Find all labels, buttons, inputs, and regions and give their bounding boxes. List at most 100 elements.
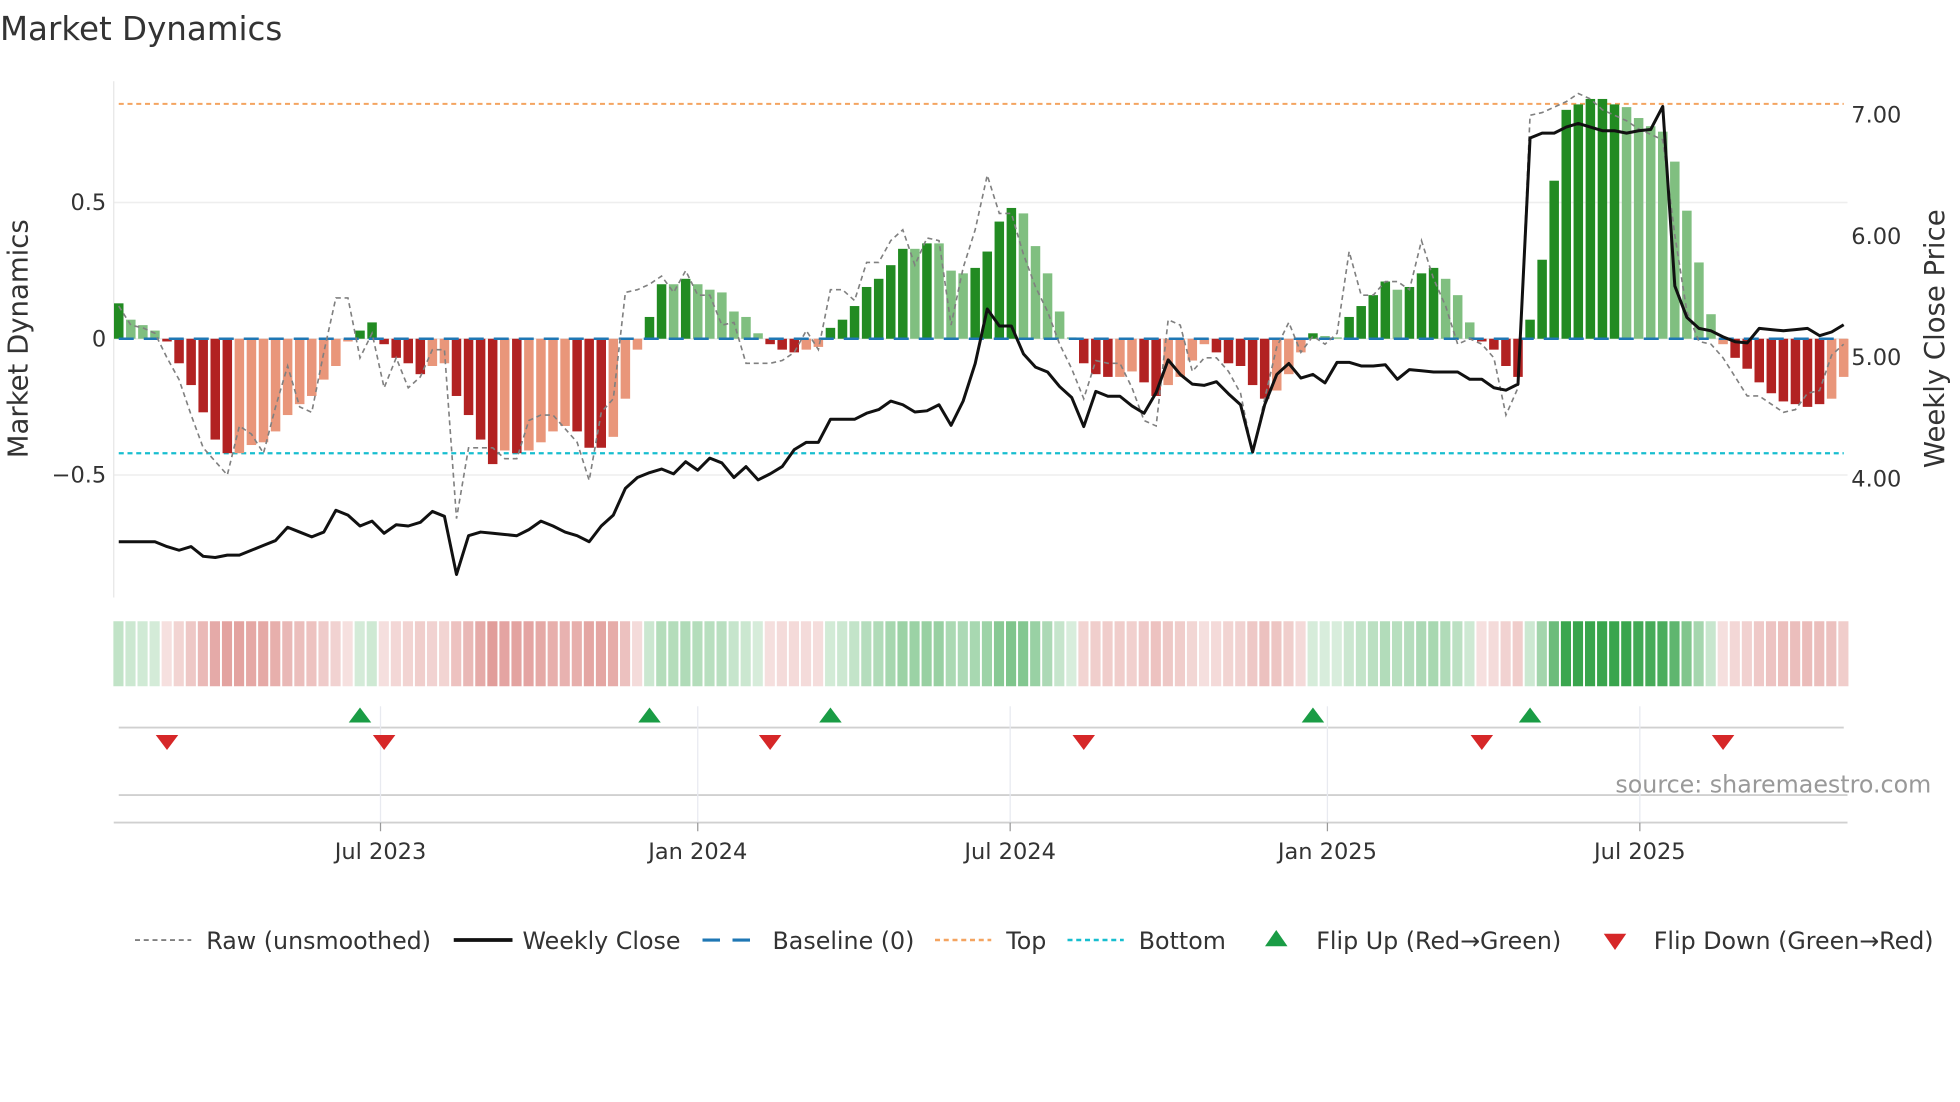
regime-strip-cell [1452, 621, 1463, 687]
regime-strip-cell [1464, 621, 1475, 687]
regime-strip-cell [1802, 621, 1813, 687]
y2-tick-label: 5.00 [1851, 345, 1901, 371]
y2-tick-label: 4.00 [1851, 466, 1901, 492]
x-tick-label: Jan 2024 [646, 839, 747, 865]
dynamics-bar [1392, 289, 1403, 339]
dynamics-bar [910, 248, 920, 339]
regime-strip-cell [1186, 621, 1198, 687]
regime-strip-cell [1609, 621, 1620, 687]
regime-strip-cell [1319, 621, 1330, 687]
regime-strip-cell [1416, 621, 1427, 687]
regime-strip-cell [559, 621, 570, 687]
regime-strip-cell [161, 621, 172, 687]
regime-strip-cell [1355, 621, 1366, 687]
regime-strip-cell [1693, 621, 1704, 687]
dynamics-bar [1127, 338, 1137, 372]
regime-strip-cell [1524, 621, 1535, 687]
dynamics-bar [1079, 338, 1089, 364]
x-ticks: Jul 2023 Jan 2024 Jul 2024 Jan 2025 Jul 2025 [333, 822, 1686, 865]
flip-down-marker [372, 735, 396, 750]
dynamics-bar [560, 338, 570, 426]
series-lines [118, 92, 1845, 577]
legend-top-label: Top [1005, 927, 1046, 955]
regime-strip-cell [1548, 621, 1559, 687]
regime-strip-cell [535, 621, 546, 687]
dynamics-bar [1440, 278, 1451, 339]
regime-strip-cell [1621, 621, 1632, 687]
regime-strip-cell [1597, 621, 1608, 687]
regime-strip-cell [149, 621, 160, 687]
regime-strip-cell [439, 621, 450, 687]
dynamics-bar [258, 338, 269, 443]
regime-strip-cell [1343, 621, 1354, 687]
dynamics-bar [500, 338, 510, 451]
y2-ticks: 7.00 6.00 5.00 4.00 [1851, 103, 1901, 493]
dynamics-bar [1356, 306, 1366, 339]
regime-strip-cell [704, 621, 715, 687]
regime-strip-cell [1042, 621, 1053, 687]
regime-strip-cell [1211, 621, 1222, 687]
regime-strip-cell [1753, 621, 1764, 687]
regime-strip-cell [354, 621, 365, 687]
dynamics-bar [210, 338, 220, 440]
source-label: source: sharemaestro.com [1615, 771, 1931, 799]
regime-strip-cell [1669, 621, 1680, 687]
dynamics-bar [463, 338, 474, 416]
regime-strip-cell [1681, 621, 1692, 687]
regime-strip-cell [487, 621, 498, 687]
regime-strip-cell [1259, 621, 1270, 687]
dynamics-bar [1597, 98, 1608, 339]
regime-strip-cell [1307, 621, 1318, 687]
y2-tick-label: 7.00 [1851, 103, 1901, 129]
chart-title: Market Dynamics [0, 10, 282, 48]
flip-up-marker [1301, 707, 1325, 723]
y-tick-label: −0.5 [52, 463, 107, 489]
dynamics-bar [246, 338, 257, 446]
dynamics-bar [1428, 267, 1439, 339]
regime-strip-cell [1717, 621, 1728, 687]
regime-strip-cell [1814, 621, 1825, 687]
regime-strip-cell [583, 621, 594, 687]
dynamics-bar [548, 338, 558, 432]
flip-up-marker [819, 707, 842, 723]
y-axis-label: Market Dynamics [3, 219, 35, 458]
regime-strip-cell [680, 621, 691, 687]
dynamics-bar [572, 338, 582, 432]
regime-strip-cell [1102, 621, 1113, 687]
regime-strip-cell [945, 621, 956, 687]
regime-strip-cell [1729, 621, 1740, 687]
regime-strip-cell [969, 621, 980, 687]
regime-strip-cell [776, 621, 787, 687]
legend-flip-up-label: Flip Up (Red→Green) [1316, 927, 1561, 955]
dynamics-bar [1404, 286, 1415, 339]
dynamics-bar [873, 278, 884, 339]
regime-strip-cell [1174, 621, 1185, 687]
regime-strip-cell [825, 621, 836, 687]
regime-strip-cell [957, 621, 968, 687]
regime-strip-cell [1114, 621, 1125, 687]
regime-strip-cell [451, 621, 462, 687]
flip-down-marker [1470, 735, 1494, 750]
dynamics-bar [1621, 107, 1632, 339]
x-tick-label: Jul 2024 [962, 839, 1056, 865]
regime-strip-cell [306, 621, 317, 687]
regime-strip-cell [1054, 621, 1065, 687]
regime-strip-cell [234, 621, 245, 687]
regime-strip-cell [342, 621, 353, 687]
regime-strip-cell [1138, 621, 1149, 687]
regime-strip-cell [897, 621, 908, 687]
regime-strip-cell [1006, 621, 1017, 687]
dynamics-bar [1103, 338, 1113, 377]
flip-down-marker [155, 735, 179, 750]
dynamics-bar [331, 338, 341, 366]
dynamics-bar [849, 306, 860, 339]
dynamics-bar [922, 243, 932, 339]
dynamics-bar [487, 338, 498, 465]
dynamics-bar [656, 284, 667, 339]
y-ticks: 0.5 0 −0.5 [52, 190, 107, 489]
dynamics-bar [620, 338, 631, 399]
x-tick-label: Jul 2023 [333, 839, 427, 865]
dynamics-bar [717, 292, 727, 339]
regime-strip-cell [813, 621, 824, 687]
dynamics-bar [1766, 338, 1777, 394]
